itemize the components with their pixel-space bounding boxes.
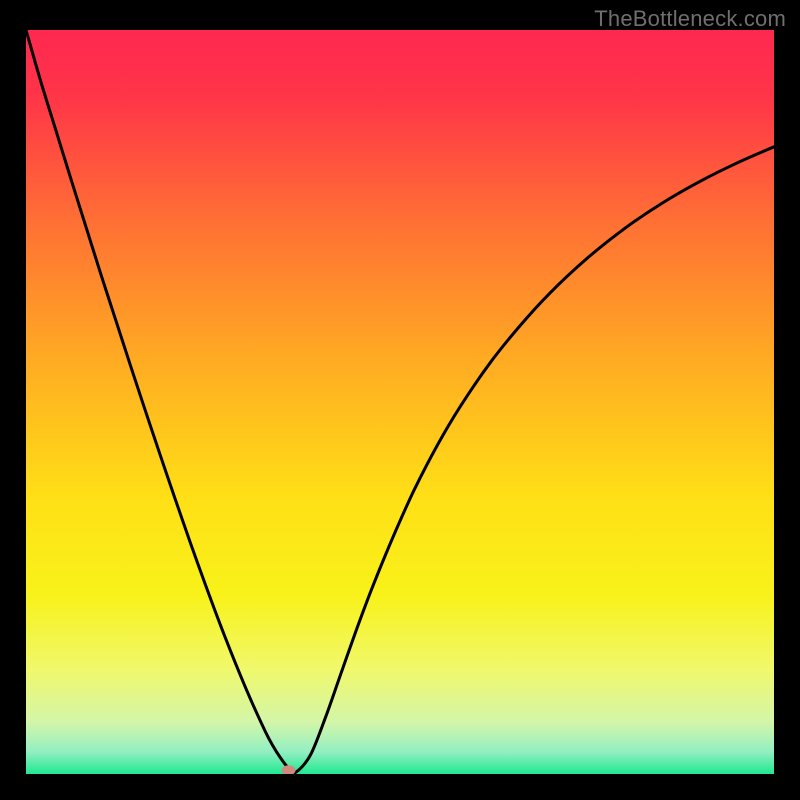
chart-frame: TheBottleneck.com: [0, 0, 800, 800]
plot-svg: [26, 30, 774, 774]
plot-area: [26, 30, 774, 774]
gradient-background: [26, 30, 774, 774]
watermark-text: TheBottleneck.com: [594, 6, 786, 32]
